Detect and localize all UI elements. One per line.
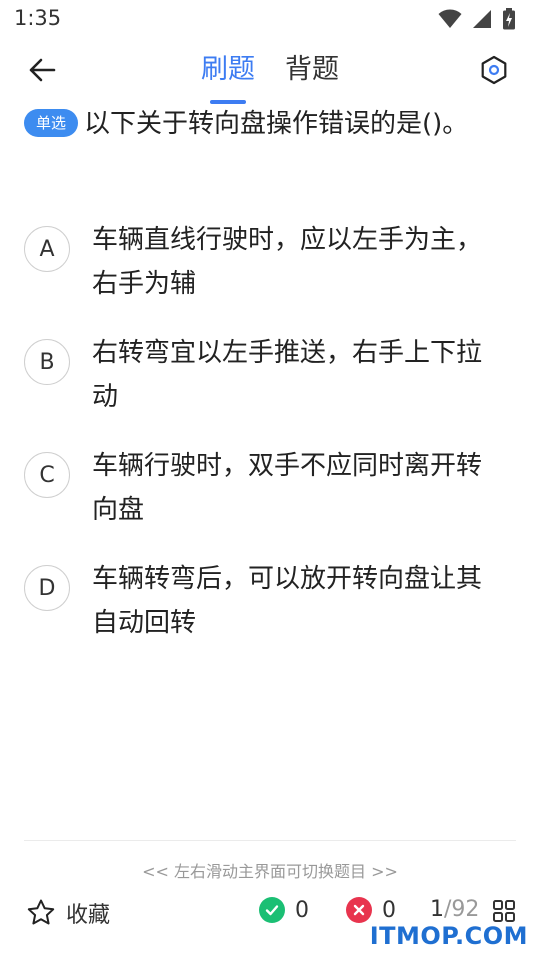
- question-progress: 1/92: [430, 897, 479, 922]
- signal-icon: [473, 10, 491, 28]
- page: 1:35 刷题 背题 单选 以下关于转向盘操作错误的是()。 A 车辆直线行驶时…: [0, 0, 540, 960]
- wrong-count-value: 0: [382, 897, 396, 923]
- battery-icon: [503, 8, 515, 30]
- favorite-label: 收藏: [66, 903, 111, 928]
- settings-button[interactable]: [474, 50, 514, 90]
- tab-practice[interactable]: 刷题: [199, 50, 257, 104]
- status-icons: [438, 8, 516, 30]
- x-circle-icon: [346, 897, 372, 923]
- favorite-button[interactable]: 收藏: [26, 897, 110, 929]
- question-type-badge: 单选: [24, 109, 79, 137]
- option-text: 车辆转弯后，可以放开转向盘让其自动回转: [92, 564, 483, 638]
- option-c[interactable]: C 车辆行驶时，双手不应同时离开转向盘: [24, 444, 514, 532]
- option-letter: C: [24, 452, 70, 498]
- check-circle-icon: [259, 897, 285, 923]
- watermark: ITMOP.COM: [369, 922, 528, 950]
- star-outline-icon: [27, 899, 55, 925]
- question-grid-button[interactable]: [492, 899, 516, 923]
- option-d[interactable]: D 车辆转弯后，可以放开转向盘让其自动回转: [24, 557, 514, 645]
- status-bar: 1:35: [0, 0, 540, 40]
- grid-icon: [493, 900, 515, 922]
- option-text: 右转弯宜以左手推送，右手上下拉动: [92, 338, 483, 412]
- status-time: 1:35: [14, 6, 62, 30]
- option-letter: B: [24, 339, 70, 385]
- option-text: 车辆直线行驶时，应以左手为主，右手为辅: [92, 225, 483, 299]
- question-text: 以下关于转向盘操作错误的是()。: [84, 109, 469, 139]
- tab-memorize-label: 背题: [285, 54, 339, 85]
- option-letter: D: [24, 565, 70, 611]
- option-list: A 车辆直线行驶时，应以左手为主，右手为辅 B 右转弯宜以左手推送，右手上下拉动…: [24, 218, 514, 670]
- tab-practice-label: 刷题: [201, 54, 255, 85]
- correct-count: 0: [259, 897, 309, 923]
- progress-current: 1: [430, 897, 444, 922]
- footer-divider: [24, 840, 516, 841]
- option-letter: A: [24, 226, 70, 272]
- option-text: 车辆行驶时，双手不应同时离开转向盘: [92, 451, 483, 525]
- mode-tabs: 刷题 背题: [0, 50, 540, 104]
- option-b[interactable]: B 右转弯宜以左手推送，右手上下拉动: [24, 331, 514, 419]
- option-a[interactable]: A 车辆直线行驶时，应以左手为主，右手为辅: [24, 218, 514, 306]
- header: 刷题 背题: [0, 40, 540, 104]
- correct-count-value: 0: [295, 897, 309, 923]
- question: 单选 以下关于转向盘操作错误的是()。: [24, 104, 504, 144]
- hexagon-settings-icon: [481, 55, 507, 85]
- wifi-icon: [438, 9, 462, 28]
- wrong-count: 0: [346, 897, 396, 923]
- tab-memorize[interactable]: 背题: [283, 50, 341, 90]
- swipe-hint: << 左右滑动主界面可切换题目 >>: [142, 862, 398, 881]
- progress-total: /92: [444, 897, 480, 922]
